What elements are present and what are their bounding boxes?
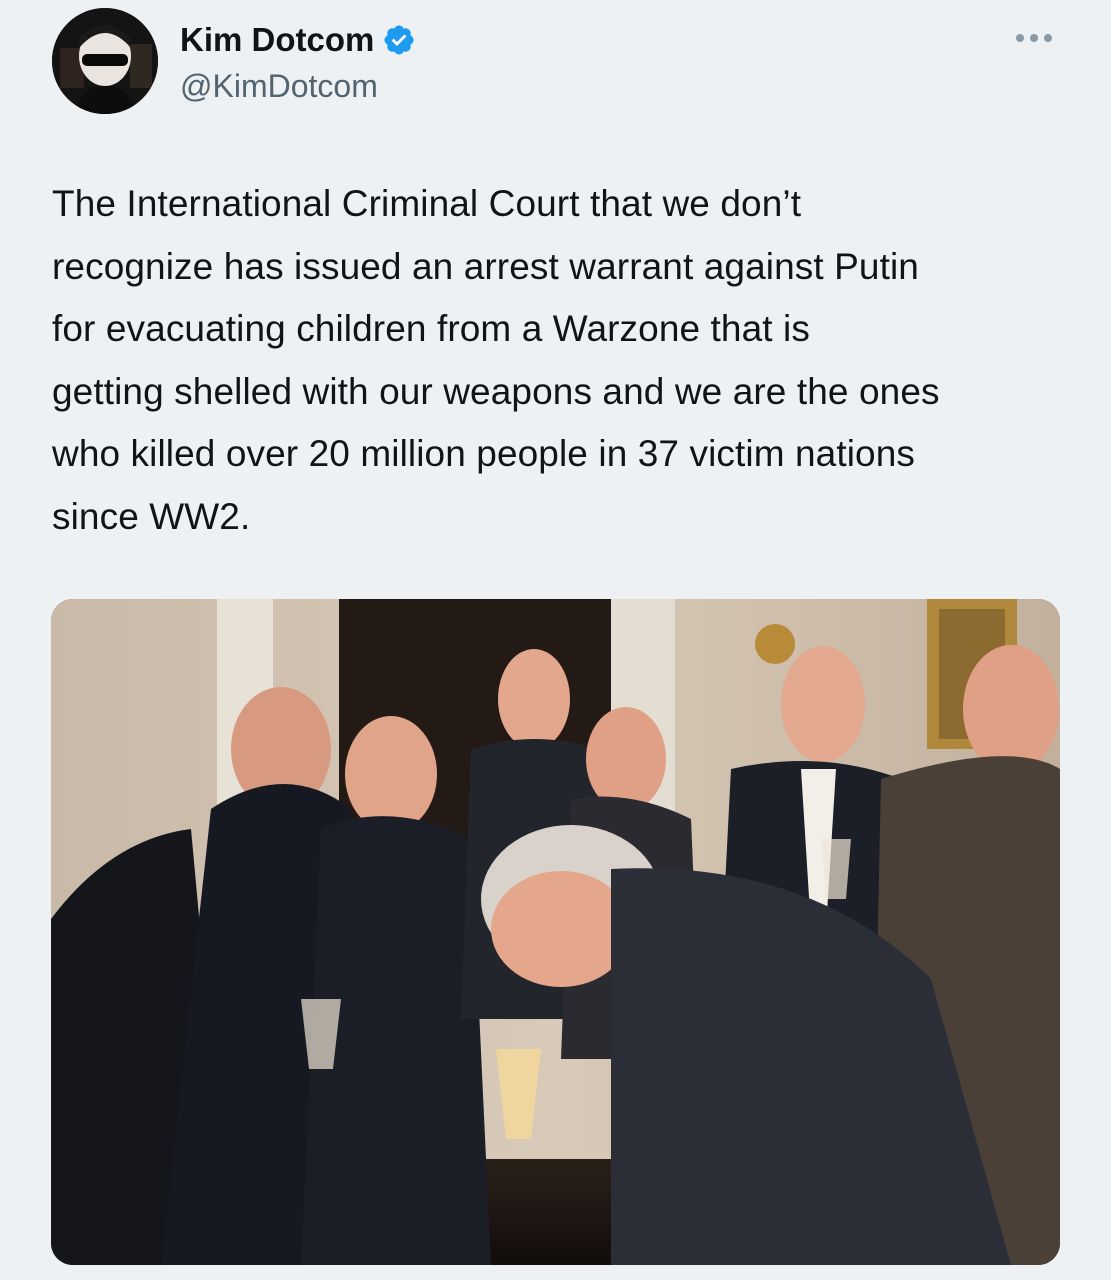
avatar[interactable] <box>52 8 158 114</box>
tweet-photo[interactable] <box>51 599 1060 1265</box>
author-info: Kim Dotcom @KimDotcom <box>180 20 416 108</box>
avatar-image <box>52 8 158 114</box>
tweet-photo-image <box>51 599 1060 1265</box>
tweet-header: Kim Dotcom @KimDotcom <box>52 8 1062 118</box>
more-options-icon[interactable] <box>1014 26 1054 50</box>
author-handle[interactable]: @KimDotcom <box>180 64 416 108</box>
verified-badge-icon <box>382 23 416 57</box>
tweet-text: The International Criminal Court that we… <box>52 183 940 537</box>
author-display-name[interactable]: Kim Dotcom <box>180 20 374 60</box>
